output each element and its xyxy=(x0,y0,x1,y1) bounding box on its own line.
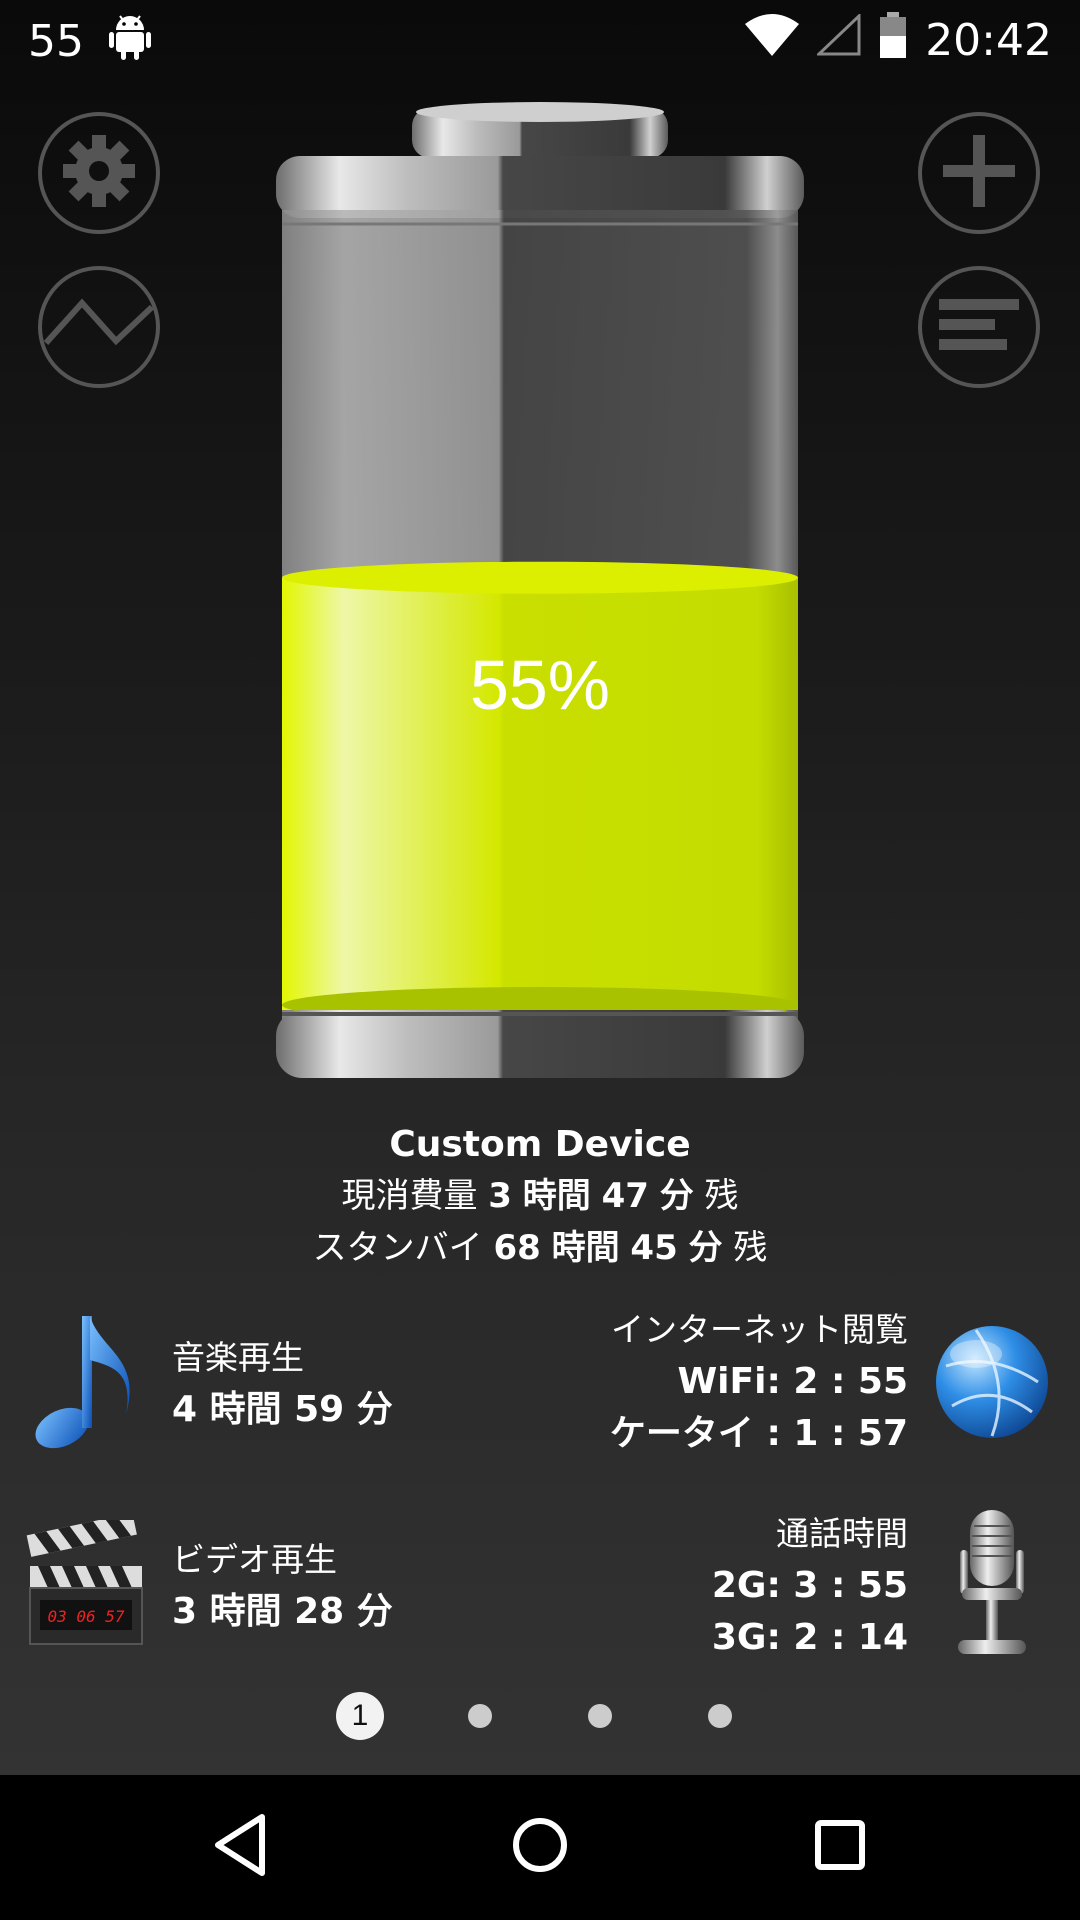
music-note-icon xyxy=(30,1310,140,1454)
list-icon xyxy=(937,295,1021,359)
call-time: 通話時間 2G: 3 : 55 3G: 2 : 14 xyxy=(712,1508,908,1664)
home-icon xyxy=(510,1815,570,1879)
android-icon xyxy=(108,12,152,71)
standby-minutes-unit: 分 xyxy=(688,1228,723,1268)
call-3g: 3G: 2 : 14 xyxy=(711,1617,908,1658)
current-usage-minutes: 47 xyxy=(601,1176,649,1216)
recents-button[interactable] xyxy=(780,1797,900,1897)
internet-mobile: ケータイ : 1 : 57 xyxy=(609,1413,908,1454)
battery-graphic xyxy=(270,100,810,1090)
standby-line: スタンバイ 68 時間 45 分 残 xyxy=(0,1222,1080,1274)
call-2g: 2G: 3 : 55 xyxy=(711,1565,908,1606)
video-playback: ビデオ再生 3 時間 28 分 xyxy=(172,1534,393,1638)
cell-signal-icon xyxy=(815,12,861,67)
standby-minutes: 45 xyxy=(630,1228,678,1268)
gear-icon xyxy=(61,133,137,213)
current-usage-suffix: 残 xyxy=(704,1176,739,1216)
music-playback: 音楽再生 4 時間 59 分 xyxy=(172,1332,393,1436)
page-indicator: 1 xyxy=(0,1692,1080,1740)
internet-label: インターネット閲覧 xyxy=(611,1310,908,1349)
back-icon xyxy=(210,1813,270,1881)
standby-label: スタンバイ xyxy=(312,1228,483,1268)
status-bar: 55 20:42 xyxy=(0,0,1080,75)
plus-icon xyxy=(939,131,1019,215)
battery-icon xyxy=(879,12,907,69)
device-info: Custom Device 現消費量 3 時間 47 分 残 スタンバイ 68 … xyxy=(0,1120,1080,1274)
clock-time: 20:42 xyxy=(925,15,1052,66)
clapperboard-icon: 03 06 57 xyxy=(26,1512,146,1650)
recents-icon xyxy=(812,1817,868,1877)
microphone-icon xyxy=(942,1506,1042,1666)
video-value: 3 時間 28 分 xyxy=(172,1591,393,1632)
standby-hours-unit: 時間 xyxy=(551,1228,620,1268)
current-usage-minutes-unit: 分 xyxy=(659,1176,694,1216)
battery-percent: 55% xyxy=(469,646,611,724)
add-button[interactable] xyxy=(918,112,1040,234)
music-label: 音楽再生 xyxy=(172,1338,304,1377)
call-label: 通話時間 xyxy=(776,1514,908,1553)
current-usage-hours-unit: 時間 xyxy=(522,1176,591,1216)
current-usage-hours: 3 xyxy=(488,1176,512,1216)
clapper-clock-text: 03 06 57 xyxy=(47,1607,124,1626)
page-dot-active[interactable]: 1 xyxy=(336,1692,384,1740)
standby-suffix: 残 xyxy=(733,1228,768,1268)
video-label: ビデオ再生 xyxy=(172,1540,337,1579)
music-value: 4 時間 59 分 xyxy=(172,1389,393,1430)
page-dot[interactable] xyxy=(588,1704,612,1728)
internet-browsing: インターネット閲覧 WiFi: 2 : 55 ケータイ : 1 : 57 xyxy=(610,1304,908,1460)
home-button[interactable] xyxy=(480,1797,600,1897)
wifi-icon xyxy=(745,14,800,67)
navigation-bar xyxy=(0,1775,1080,1920)
device-name: Custom Device xyxy=(389,1124,691,1165)
list-button[interactable] xyxy=(918,266,1040,388)
battery-level-text: 55 xyxy=(28,16,84,67)
current-usage-line: 現消費量 3 時間 47 分 残 xyxy=(0,1170,1080,1222)
back-button[interactable] xyxy=(180,1797,300,1897)
standby-hours: 68 xyxy=(493,1228,541,1268)
page-dot[interactable] xyxy=(468,1704,492,1728)
settings-button[interactable] xyxy=(38,112,160,234)
graph-button[interactable] xyxy=(38,266,160,388)
internet-wifi: WiFi: 2 : 55 xyxy=(677,1361,908,1402)
current-usage-label: 現消費量 xyxy=(341,1176,478,1216)
globe-icon xyxy=(932,1322,1052,1446)
graph-icon xyxy=(43,285,155,369)
page-dot[interactable] xyxy=(708,1704,732,1728)
